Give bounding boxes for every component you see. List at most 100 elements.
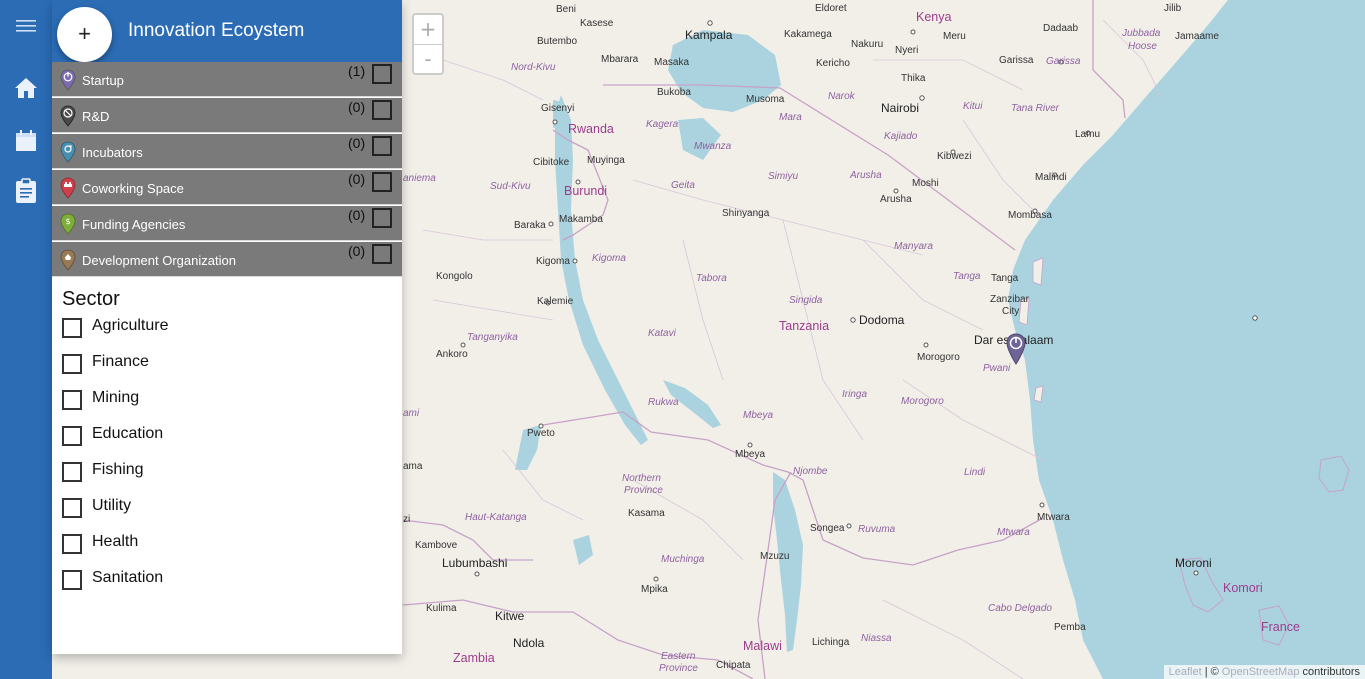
sector-checkbox[interactable] xyxy=(62,534,82,554)
map-label: Baraka xyxy=(514,220,546,231)
category-count: (0) xyxy=(348,243,366,259)
basemap: Beni Kasese Kampala Kakamega Eldoret Ken… xyxy=(403,0,1365,679)
map-label: Shinyanga xyxy=(722,208,770,219)
map-label: Ndola xyxy=(513,636,545,650)
category-row-development[interactable]: Development Organization (0) xyxy=(52,242,402,277)
map-label: Jubbada xyxy=(1121,28,1161,39)
calendar-icon[interactable] xyxy=(12,127,40,155)
zoom-out-button[interactable]: - xyxy=(414,45,442,74)
sector-label: Sanitation xyxy=(92,569,164,586)
map-label: Cibitoke xyxy=(533,157,570,168)
category-count: (0) xyxy=(348,171,366,187)
map-label: Kambove xyxy=(415,540,458,551)
map-label: Kulima xyxy=(426,603,457,614)
map-label: Eastern xyxy=(661,651,696,662)
category-checkbox[interactable] xyxy=(372,100,392,120)
funding-pin-icon: $ xyxy=(60,213,76,240)
sector-checkbox[interactable] xyxy=(62,390,82,410)
sector-label: Education xyxy=(92,425,164,442)
map-view[interactable]: Beni Kasese Kampala Kakamega Eldoret Ken… xyxy=(403,0,1365,679)
map-label: ami xyxy=(403,408,420,419)
sector-checkbox[interactable] xyxy=(62,570,82,590)
map-label: Mtwara xyxy=(1037,512,1070,523)
map-attribution: Leaflet | © OpenStreetMap contributors xyxy=(1163,665,1365,679)
category-checkbox[interactable] xyxy=(372,64,392,84)
map-label: Tana River xyxy=(1011,103,1060,114)
map-label: Kigoma xyxy=(592,253,626,264)
home-icon[interactable] xyxy=(12,74,40,102)
map-label: Ankoro xyxy=(436,349,468,360)
startup-pin-icon xyxy=(60,69,76,96)
map-label: Kakamega xyxy=(784,29,832,40)
openstreetmap-link[interactable]: OpenStreetMap xyxy=(1222,666,1300,678)
category-row-startup[interactable]: Startup (1) xyxy=(52,62,402,97)
map-label: Burundi xyxy=(564,184,607,198)
zoom-control: + - xyxy=(412,13,444,75)
map-label: Nord-Kivu xyxy=(511,62,556,73)
category-checkbox[interactable] xyxy=(372,172,392,192)
sector-checkbox[interactable] xyxy=(62,318,82,338)
map-marker-icon xyxy=(1006,333,1026,365)
category-checkbox[interactable] xyxy=(372,208,392,228)
map-label: Singida xyxy=(789,295,823,306)
map-label: Mpika xyxy=(641,584,668,595)
sector-checkbox[interactable] xyxy=(62,354,82,374)
category-row-rnd[interactable]: R&D (0) xyxy=(52,98,402,133)
map-label: Bukoba xyxy=(657,87,691,98)
map-label: Narok xyxy=(828,91,856,102)
incubators-pin-icon xyxy=(60,141,76,168)
map-label: Beni xyxy=(556,4,576,15)
filter-panel: + Innovation Ecoystem Startup (1) R&D (0… xyxy=(52,0,402,654)
menu-icon[interactable] xyxy=(12,12,40,40)
add-button[interactable]: + xyxy=(57,7,112,62)
map-label: Dodoma xyxy=(859,313,905,327)
sector-checkbox[interactable] xyxy=(62,498,82,518)
category-count: (0) xyxy=(348,207,366,223)
map-label: Cabo Delgado xyxy=(988,603,1052,614)
category-row-incubators[interactable]: Incubators (0) xyxy=(52,134,402,169)
map-label: Niassa xyxy=(861,633,892,644)
map-label: Pemba xyxy=(1054,622,1086,633)
svg-text:$: $ xyxy=(65,217,70,226)
map-label: Chipata xyxy=(716,660,751,671)
app-title: Innovation Ecoystem xyxy=(128,20,305,41)
map-label: Arusha xyxy=(880,194,912,205)
category-label: Funding Agencies xyxy=(82,217,186,232)
category-checkbox[interactable] xyxy=(372,136,392,156)
zoom-in-button[interactable]: + xyxy=(414,15,442,45)
map-label: Mzuzu xyxy=(760,551,789,562)
sector-label: Finance xyxy=(92,353,149,370)
map-label: France xyxy=(1261,620,1300,634)
map-label: Tanganyika xyxy=(467,332,518,343)
coworking-pin-icon xyxy=(60,177,76,204)
category-checkbox[interactable] xyxy=(372,244,392,264)
leaflet-link[interactable]: Leaflet xyxy=(1169,666,1202,678)
map-label: Kitwe xyxy=(495,609,525,623)
map-label: Kibwezi xyxy=(937,151,971,162)
sector-checkbox[interactable] xyxy=(62,426,82,446)
attribution-separator: | © xyxy=(1204,666,1219,678)
rnd-pin-icon xyxy=(60,105,76,132)
map-label: Lindi xyxy=(964,467,986,478)
category-row-coworking[interactable]: Coworking Space (0) xyxy=(52,170,402,205)
map-label: aniema xyxy=(403,173,436,184)
map-label: Njombe xyxy=(793,466,828,477)
map-label: Jilib xyxy=(1164,3,1182,14)
category-label: Incubators xyxy=(82,145,143,160)
map-label: Butembo xyxy=(537,36,577,47)
category-row-funding[interactable]: $ Funding Agencies (0) xyxy=(52,206,402,241)
map-label: Manyara xyxy=(894,241,933,252)
map-label: Mombasa xyxy=(1008,210,1052,221)
map-label: Kericho xyxy=(816,58,850,69)
map-label: Sud-Kivu xyxy=(490,181,531,192)
startup-map-marker[interactable] xyxy=(1006,333,1026,365)
clipboard-icon[interactable] xyxy=(12,177,40,205)
map-label: Pweto xyxy=(527,428,555,439)
map-label: Hoose xyxy=(1128,41,1157,52)
sector-checkbox[interactable] xyxy=(62,462,82,482)
map-label: Gisenyi xyxy=(541,103,574,114)
map-label: Mbeya xyxy=(735,449,765,460)
map-label: zi xyxy=(403,514,410,525)
sector-label: Fishing xyxy=(92,461,144,478)
map-label: Arusha xyxy=(849,170,882,181)
